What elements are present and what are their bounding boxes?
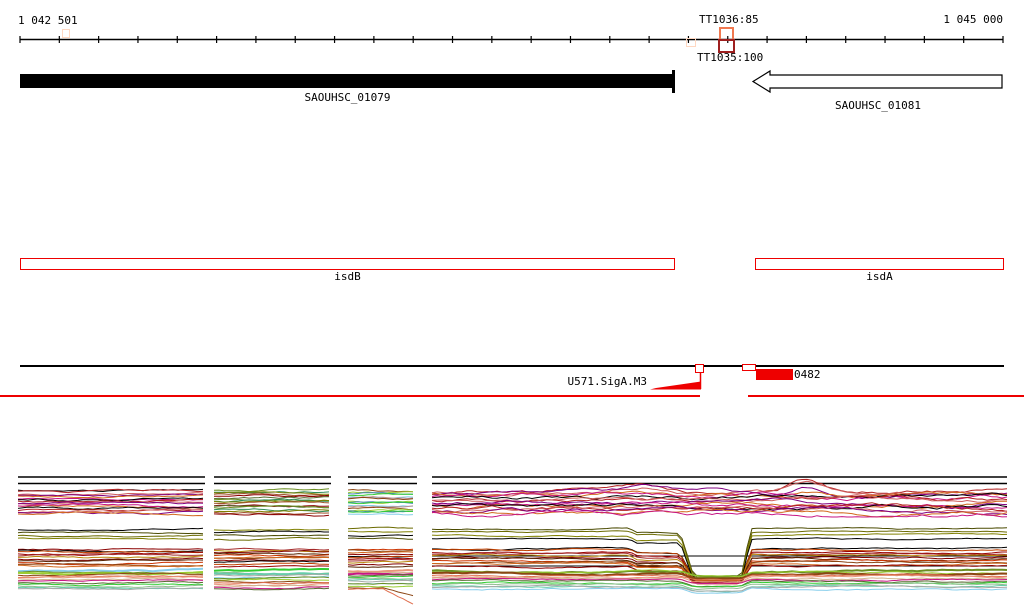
coverage-series-line: [347, 565, 414, 568]
coverage-series-line: [347, 582, 413, 585]
coverage-series-line: [17, 534, 204, 538]
coverage-series-line: [213, 567, 330, 572]
coverage-series-line: [347, 526, 413, 530]
coverage-series-line: [431, 483, 1008, 500]
genome-browser-view: 1 042 501 TT1036:85 1 045 000 TT1035:100…: [0, 0, 1024, 611]
coverage-series-line: [348, 530, 414, 533]
coverage-series-line: [17, 531, 204, 535]
coverage-series-line: [17, 567, 204, 573]
coverage-series-line: [347, 553, 414, 556]
coverage-series-line: [17, 537, 204, 540]
coverage-plot[interactable]: [0, 0, 1024, 611]
coverage-series-line: [347, 534, 414, 538]
coverage-series-line: [17, 584, 203, 588]
coverage-series-line: [17, 575, 204, 579]
coverage-series-line: [347, 563, 414, 566]
coverage-series-line: [17, 583, 204, 587]
coverage-series-line: [214, 562, 330, 566]
coverage-series-line: [17, 555, 204, 559]
coverage-series-line: [347, 577, 414, 580]
coverage-series-line: [347, 560, 414, 564]
coverage-series-line: [213, 553, 330, 558]
coverage-series-line: [347, 585, 414, 588]
coverage-series-line: [17, 527, 204, 532]
coverage-series-line: [213, 513, 330, 517]
coverage-series-line: [431, 587, 1008, 594]
coverage-series-line: [348, 558, 414, 562]
coverage-series-line: [213, 560, 330, 563]
coverage-series-line: [347, 580, 414, 583]
coverage-series-line: [347, 537, 414, 540]
coverage-series-line: [347, 587, 414, 605]
coverage-series-line: [347, 512, 414, 516]
coverage-series-line: [347, 488, 414, 493]
coverage-series-line: [214, 530, 329, 534]
coverage-series-line: [213, 534, 330, 537]
coverage-series-line: [213, 488, 330, 493]
coverage-series-line: [347, 568, 414, 573]
coverage-series-line: [431, 526, 1008, 577]
coverage-series-line: [213, 496, 330, 500]
coverage-series-line: [17, 548, 204, 551]
coverage-series-line: [213, 536, 330, 541]
coverage-series-line: [17, 508, 204, 512]
coverage-series-line: [213, 528, 330, 532]
coverage-series-line: [213, 559, 330, 562]
coverage-series-line: [213, 581, 330, 585]
coverage-series-line: [213, 547, 330, 551]
coverage-series-line: [213, 565, 330, 568]
